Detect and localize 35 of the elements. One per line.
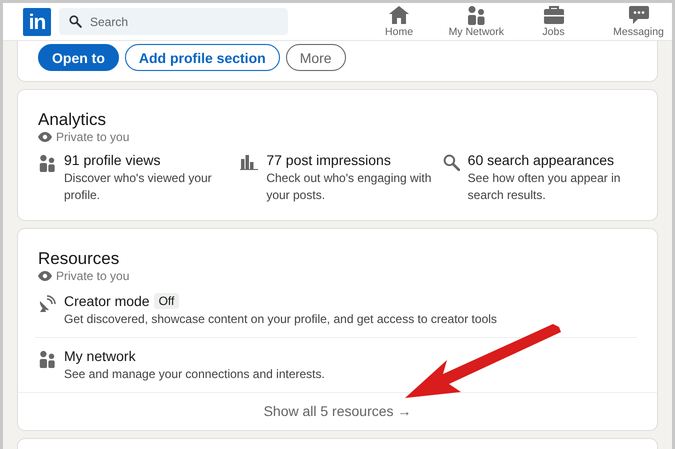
- metric-link[interactable]: 60 search appearances: [468, 152, 637, 168]
- add-section-button[interactable]: Add profile section: [124, 44, 280, 71]
- resource-link[interactable]: Creator mode: [64, 293, 150, 309]
- nav-item[interactable]: My Network: [442, 5, 510, 38]
- satellite-dish-icon: [38, 295, 56, 313]
- eye-icon: [38, 132, 52, 142]
- bar-chart-icon: [240, 154, 258, 170]
- metric-link[interactable]: 91 profile views: [64, 152, 232, 168]
- resource-description: See and manage your connections and interests.: [64, 366, 325, 383]
- more-button[interactable]: More: [286, 44, 346, 71]
- metric-link[interactable]: 77 post impressions: [266, 152, 435, 168]
- home-icon: [388, 5, 410, 25]
- search-icon: [69, 15, 82, 28]
- section-title: Resources: [38, 248, 120, 269]
- show-all-link[interactable]: Show all 5 resources →: [264, 403, 412, 419]
- eye-icon: [38, 271, 52, 281]
- logo[interactable]: in: [23, 8, 51, 36]
- people-icon: [38, 154, 56, 172]
- metric-description: Discover who's viewed your profile.: [64, 170, 213, 204]
- search-icon: [442, 154, 460, 171]
- people-icon: [38, 350, 56, 368]
- resource-link[interactable]: My network: [64, 348, 136, 364]
- metric-description: See how often you appear in search results.: [468, 170, 622, 204]
- privacy-note: Private to you: [56, 269, 130, 283]
- nav-item[interactable]: Messaging: [605, 5, 672, 38]
- open-to-button[interactable]: Open to: [38, 44, 119, 71]
- resource-description: Get discovered, showcase content on your profile, and get access to creator tools: [64, 311, 497, 328]
- section-title: Analytics: [38, 109, 108, 130]
- nav-item[interactable]: Jobs: [520, 5, 587, 38]
- metric-description: Check out who's engaging with your posts.: [266, 170, 432, 204]
- nav-item[interactable]: Home: [366, 5, 433, 38]
- status-badge: Off: [154, 293, 180, 309]
- privacy-note: Private to you: [56, 130, 130, 144]
- search-field[interactable]: Search: [59, 8, 288, 35]
- people-icon: [466, 5, 486, 25]
